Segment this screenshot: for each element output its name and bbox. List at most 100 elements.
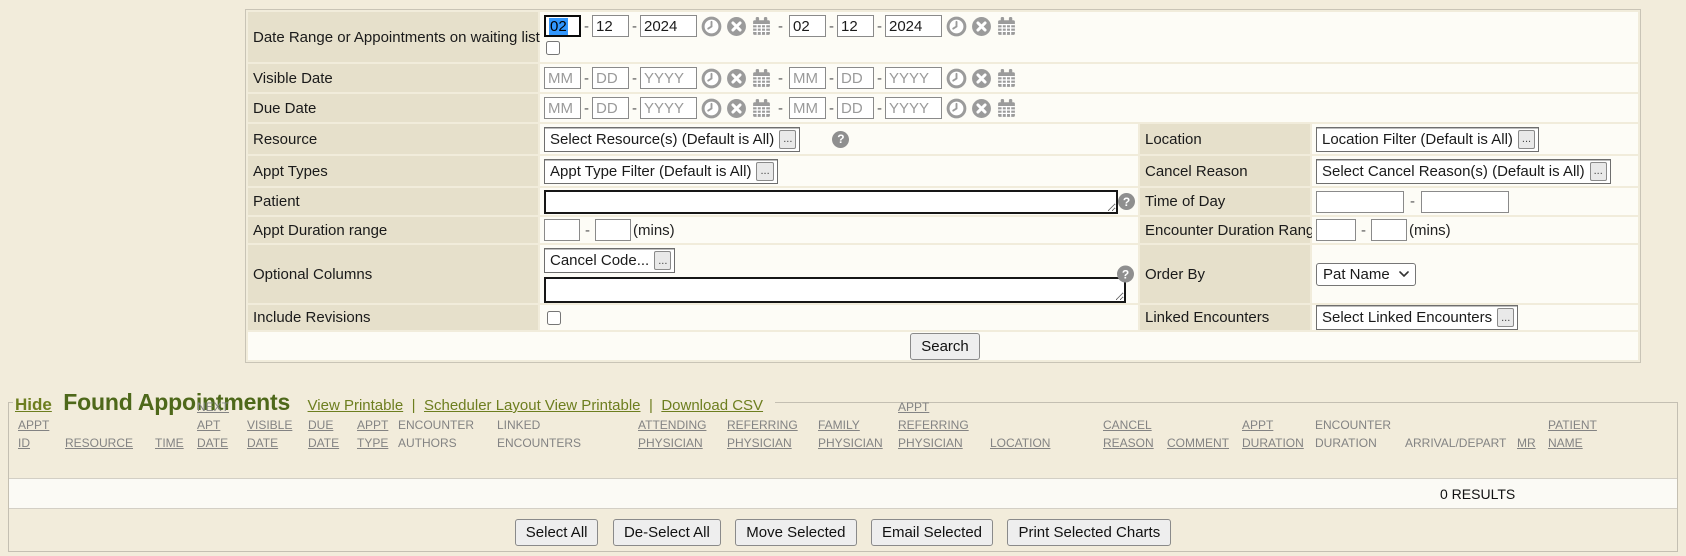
visible-date-from-day-input[interactable]: DD bbox=[592, 67, 629, 89]
results-actions: Select All De-Select All Move Selected E… bbox=[9, 519, 1677, 546]
clock-icon[interactable] bbox=[701, 98, 722, 119]
date-range-to-month-input[interactable]: 02 bbox=[789, 15, 826, 37]
column-header-patient-name[interactable]: PATIENTNAME bbox=[1548, 416, 1597, 452]
clock-icon[interactable] bbox=[701, 16, 722, 37]
calendar-icon[interactable] bbox=[751, 68, 772, 89]
linked-encounters-filter[interactable]: Select Linked Encounters ... bbox=[1316, 305, 1518, 330]
optional-columns-help-icon[interactable]: ? bbox=[1117, 266, 1134, 283]
range-separator: - bbox=[778, 100, 783, 117]
visible-date-to-day-input[interactable]: DD bbox=[837, 67, 874, 89]
column-header-family-physician[interactable]: FAMILYPHYSICIAN bbox=[818, 416, 883, 452]
select-all-button[interactable]: Select All bbox=[515, 519, 599, 546]
due-date-to-month-input[interactable]: MM bbox=[789, 97, 826, 119]
column-header-attending-physician[interactable]: ATTENDINGPHYSICIAN bbox=[638, 416, 706, 452]
calendar-icon[interactable] bbox=[751, 98, 772, 119]
clock-icon[interactable] bbox=[946, 98, 967, 119]
location-filter[interactable]: Location Filter (Default is All) ... bbox=[1316, 127, 1539, 152]
encounter-duration-max-input[interactable] bbox=[1371, 219, 1407, 241]
due-date-to-day-input[interactable]: DD bbox=[837, 97, 874, 119]
date-separator: - bbox=[632, 70, 637, 87]
column-header-appt-id[interactable]: APPTID bbox=[18, 416, 49, 452]
resource-filter[interactable]: Select Resource(s) (Default is All) ... bbox=[544, 127, 800, 152]
column-header-appt-duration[interactable]: APPTDURATION bbox=[1242, 416, 1304, 452]
due-date-from-year-input[interactable]: YYYY bbox=[640, 97, 697, 119]
column-header-referring-physician[interactable]: REFERRINGPHYSICIAN bbox=[727, 416, 798, 452]
column-header-appt-referring-physician[interactable]: APPTREFERRINGPHYSICIAN bbox=[898, 398, 969, 452]
optional-columns-input[interactable] bbox=[544, 277, 1126, 303]
download-csv-link[interactable]: Download CSV bbox=[661, 397, 763, 414]
due-date-from-day-input[interactable]: DD bbox=[592, 97, 629, 119]
column-header-encounter-authors: ENCOUNTERAUTHORS bbox=[398, 416, 474, 452]
print-selected-charts-button[interactable]: Print Selected Charts bbox=[1007, 519, 1171, 546]
date-range-from-month-input[interactable]: 02 bbox=[544, 15, 581, 37]
column-header-visible-date[interactable]: VISIBLEDATE bbox=[247, 416, 292, 452]
deselect-all-button[interactable]: De-Select All bbox=[613, 519, 721, 546]
move-selected-button[interactable]: Move Selected bbox=[735, 519, 856, 546]
date-range-to-year-input[interactable]: 2024 bbox=[885, 15, 942, 37]
due-date-to-year-input[interactable]: YYYY bbox=[885, 97, 942, 119]
encounter-duration-min-input[interactable] bbox=[1316, 219, 1356, 241]
clear-icon[interactable] bbox=[726, 16, 747, 37]
calendar-icon[interactable] bbox=[996, 98, 1017, 119]
column-header-location[interactable]: LOCATION bbox=[990, 434, 1050, 452]
column-header-comment[interactable]: COMMENT bbox=[1167, 434, 1229, 452]
appt-duration-max-input[interactable] bbox=[595, 219, 631, 241]
time-of-day-start-input[interactable] bbox=[1316, 191, 1404, 213]
clock-icon[interactable] bbox=[946, 16, 967, 37]
scheduler-layout-view-printable-link[interactable]: Scheduler Layout View Printable bbox=[424, 397, 641, 414]
calendar-icon[interactable] bbox=[996, 68, 1017, 89]
patient-input[interactable] bbox=[544, 190, 1118, 214]
clock-icon[interactable] bbox=[701, 68, 722, 89]
column-header-cancel-reason[interactable]: CANCELREASON bbox=[1103, 416, 1154, 452]
clear-icon[interactable] bbox=[971, 16, 992, 37]
view-printable-link[interactable]: View Printable bbox=[308, 397, 404, 414]
due-date-from-month-input[interactable]: MM bbox=[544, 97, 581, 119]
appt-duration-min-input[interactable] bbox=[544, 219, 580, 241]
results-title: Found Appointments bbox=[63, 389, 290, 415]
results-legend: Hide Found Appointments View Printable |… bbox=[13, 389, 775, 416]
visible-date-from-month-input[interactable]: MM bbox=[544, 67, 581, 89]
visible-date-to-year-input[interactable]: YYYY bbox=[885, 67, 942, 89]
column-header-mr[interactable]: MR bbox=[1517, 434, 1536, 452]
column-header-resource[interactable]: RESOURCE bbox=[65, 434, 133, 452]
visible-date-from-year-input[interactable]: YYYY bbox=[640, 67, 697, 89]
location-more-button[interactable]: ... bbox=[1518, 130, 1535, 149]
clock-icon[interactable] bbox=[946, 68, 967, 89]
column-header-appt-type[interactable]: APPTTYPE bbox=[357, 416, 388, 452]
appt-type-filter[interactable]: Appt Type Filter (Default is All) ... bbox=[544, 159, 778, 184]
calendar-icon[interactable] bbox=[751, 16, 772, 37]
date-range-from-year-input[interactable]: 2024 bbox=[640, 15, 697, 37]
linked-encounters-more-button[interactable]: ... bbox=[1497, 308, 1514, 327]
clear-icon[interactable] bbox=[726, 68, 747, 89]
cancel-reason-more-button[interactable]: ... bbox=[1590, 162, 1607, 181]
visible-date-label: Visible Date bbox=[248, 64, 538, 92]
cancel-reason-filter[interactable]: Select Cancel Reason(s) (Default is All)… bbox=[1316, 159, 1611, 184]
date-range-to-day-input[interactable]: 12 bbox=[837, 15, 874, 37]
calendar-icon[interactable] bbox=[996, 16, 1017, 37]
patient-help-icon[interactable]: ? bbox=[1118, 193, 1135, 210]
visible-date-to-month-input[interactable]: MM bbox=[789, 67, 826, 89]
include-revisions-checkbox[interactable] bbox=[547, 311, 561, 325]
clear-icon[interactable] bbox=[971, 68, 992, 89]
time-of-day-label: Time of Day bbox=[1140, 188, 1310, 215]
results-table-header: APPTID RESOURCE TIME NEXTAPTDATE VISIBLE… bbox=[9, 416, 1677, 452]
resource-label: Resource bbox=[248, 124, 538, 154]
resource-more-button[interactable]: ... bbox=[779, 130, 796, 149]
hide-link[interactable]: Hide bbox=[15, 395, 52, 414]
date-range-from-day-input[interactable]: 12 bbox=[592, 15, 629, 37]
cancel-code-more-button[interactable]: ... bbox=[654, 251, 671, 270]
order-by-select[interactable]: Pat Name bbox=[1316, 263, 1416, 286]
cancel-code-picker[interactable]: Cancel Code... ... bbox=[544, 248, 675, 273]
clear-icon[interactable] bbox=[971, 98, 992, 119]
column-header-due-date[interactable]: DUEDATE bbox=[308, 416, 339, 452]
appt-type-more-button[interactable]: ... bbox=[756, 162, 773, 181]
waiting-list-checkbox[interactable] bbox=[546, 41, 560, 55]
clear-icon[interactable] bbox=[726, 98, 747, 119]
results-count: 0 RESULTS bbox=[1440, 486, 1515, 502]
time-of-day-end-input[interactable] bbox=[1421, 191, 1509, 213]
resource-help-icon[interactable]: ? bbox=[832, 131, 849, 148]
column-header-next-apt-date[interactable]: NEXTAPTDATE bbox=[197, 398, 229, 452]
column-header-time[interactable]: TIME bbox=[155, 434, 184, 452]
email-selected-button[interactable]: Email Selected bbox=[871, 519, 993, 546]
search-button[interactable]: Search bbox=[910, 333, 980, 360]
